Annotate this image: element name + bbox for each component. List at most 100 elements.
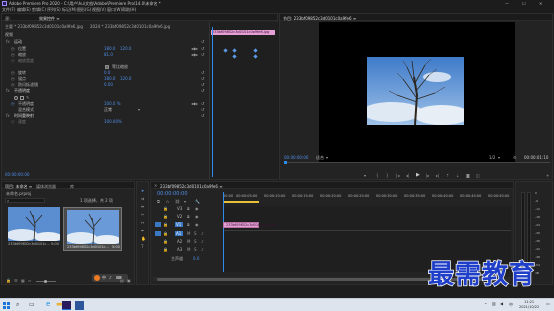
start-button[interactable] <box>3 302 10 309</box>
tab-program[interactable]: 节目: 233bf09852c3d0101c0a9fe6 ≡ <box>283 16 356 22</box>
solo-button-icon[interactable]: S <box>194 240 197 244</box>
lock-icon[interactable]: 🔒 <box>163 248 168 252</box>
rect-mask-icon[interactable] <box>20 96 24 100</box>
tab-media-browser[interactable]: 媒体浏览器 <box>36 184 56 190</box>
keyframe-marker[interactable] <box>253 48 258 53</box>
mute-button-icon[interactable]: M <box>187 248 190 252</box>
mark-in-icon[interactable]: ▾ <box>364 174 366 178</box>
stopwatch-icon[interactable]: ◷ <box>11 77 15 81</box>
extract-icon[interactable]: ⇣ <box>456 174 459 178</box>
reset-icon[interactable]: ↺ <box>201 114 204 118</box>
opacity-label[interactable]: 不透明度 <box>14 89 30 93</box>
volume-icon[interactable]: ◀ <box>500 302 503 306</box>
track-master[interactable]: 主声道 0.0 <box>155 256 219 262</box>
uniform-scale-checkbox[interactable] <box>105 65 109 69</box>
snap-icon[interactable]: ∩ <box>166 200 169 204</box>
add-button-icon[interactable]: + <box>546 174 549 178</box>
wrench-icon[interactable]: 🔧 <box>195 200 200 204</box>
chevron-down-icon[interactable]: ▾ <box>326 156 328 160</box>
time-remap-label[interactable]: 时间重映射 <box>14 114 34 118</box>
hand-tool-icon[interactable]: ✋ <box>141 237 146 241</box>
tab-sequence[interactable]: 233bf09852c3d0101c0a9fe6 ≡ <box>160 184 223 189</box>
slip-tool-icon[interactable]: ↔ <box>141 221 144 225</box>
menu-view[interactable]: 视图(V) <box>92 8 106 12</box>
sequence-clip-label[interactable]: 2024 * 233bf09852c3d0101c0a9fe6.jpg <box>90 25 170 29</box>
keyframe-marker[interactable] <box>232 48 237 53</box>
keyframe-marker[interactable] <box>253 54 258 59</box>
go-to-in-icon[interactable]: |◂ <box>396 174 399 178</box>
clip-bar[interactable]: 233bf09852c3d0101c0a9fe6.jpg <box>211 30 275 35</box>
reset-icon[interactable]: ↺ <box>201 83 204 87</box>
go-to-out-icon[interactable]: ▸| <box>436 174 439 178</box>
solo-button-icon[interactable]: S <box>194 232 197 236</box>
lock-icon[interactable]: 🔒 <box>163 240 168 244</box>
reset-icon[interactable]: ↺ <box>201 77 204 81</box>
reset-icon[interactable]: ↺ <box>201 89 204 93</box>
menu-graphics[interactable]: 图形(G) <box>77 8 91 12</box>
keyframe-marker[interactable] <box>223 48 228 53</box>
speed-value[interactable]: 100.00% <box>104 120 122 124</box>
video-canvas[interactable] <box>319 22 515 162</box>
track-v2[interactable]: 🔒 V2 ⧈ ◉ <box>155 214 219 220</box>
menu-edit[interactable]: 编辑(E) <box>17 8 31 12</box>
source-patch[interactable] <box>155 231 161 236</box>
new-item-icon[interactable]: ▣ <box>127 279 131 283</box>
add-marker-icon[interactable]: ▾ <box>184 200 186 204</box>
source-clip-label[interactable]: 主要 * 233bf09852c3d0101c0a9fe6.jpg <box>5 25 83 29</box>
solo-button-icon[interactable]: S <box>194 248 197 252</box>
sync-lock-icon[interactable]: ⧈ <box>187 207 190 211</box>
close-icon[interactable]: ✕ <box>154 183 157 188</box>
tab-source[interactable]: 源： <box>5 16 13 22</box>
eye-icon[interactable]: ◉ <box>195 215 199 219</box>
reset-icon[interactable]: ↺ <box>201 71 204 75</box>
list-view-icon[interactable]: ☰ <box>14 279 18 283</box>
fit-select[interactable]: 适合 <box>316 156 324 160</box>
eye-icon[interactable]: ◉ <box>195 207 199 211</box>
type-tool-icon[interactable]: T <box>141 245 143 249</box>
tab-effect-controls[interactable]: 效果控件 ≡ <box>39 16 60 22</box>
program-scrubber[interactable] <box>284 162 550 163</box>
flicker-value[interactable]: 0.00 <box>104 83 113 87</box>
project-item[interactable]: 233bf09852c3d0101c... 5:00 <box>8 207 60 249</box>
timeline-timecode[interactable]: 00:00:00:00 <box>157 192 188 197</box>
microphone-icon[interactable]: ♪ <box>201 232 204 236</box>
track-v3[interactable]: 🔒 V3 ⧈ ◉ <box>155 206 219 212</box>
mark-in-bracket-icon[interactable]: { <box>376 174 379 178</box>
mute-button-icon[interactable]: M <box>187 240 190 244</box>
track-v1[interactable]: 🔒 V1 ⧈ ◉ <box>155 222 219 228</box>
mute-button-icon[interactable]: M <box>187 232 190 236</box>
nest-icon[interactable]: ⧉ <box>157 200 160 204</box>
close-button[interactable]: ✕ <box>539 1 542 6</box>
search-input[interactable]: ⌕ <box>5 198 45 203</box>
program-playhead[interactable] <box>284 161 287 164</box>
pen-mask-icon[interactable]: ✎ <box>26 96 29 100</box>
quality-select[interactable]: 1/2 <box>489 156 495 160</box>
step-forward-icon[interactable]: |▸ <box>426 174 429 178</box>
premiere-taskbar-icon[interactable] <box>62 301 71 310</box>
timeline-playhead[interactable] <box>223 192 224 272</box>
lock-icon[interactable]: 🔒 <box>163 232 168 236</box>
reset-icon[interactable]: ↺ <box>201 102 204 106</box>
linked-selection-icon[interactable]: ⛓ <box>175 200 180 204</box>
lock-icon[interactable]: 🔒 <box>163 215 168 219</box>
clock-date[interactable]: 2021/10/22 <box>519 305 539 310</box>
track-select-tool-icon[interactable]: ⇉ <box>141 197 144 201</box>
blend-mode-select[interactable]: 正常 <box>104 108 112 112</box>
lock-icon[interactable]: 🔒 <box>163 207 168 211</box>
stopwatch-icon[interactable]: ◷ <box>11 71 15 75</box>
timeline-clip[interactable]: 233bf09852c3d0101c0a9fe6 <box>223 222 277 228</box>
lock-icon[interactable]: 🔒 <box>6 279 11 283</box>
task-view-icon[interactable]: ▭ <box>29 302 35 308</box>
razor-tool-icon[interactable]: ✂ <box>141 213 144 217</box>
track-a3[interactable]: 🔒 A3 M S ♪ <box>155 247 219 253</box>
timeline-ruler[interactable]: 00:00 00:00:05:00 00:00:10:00 00:00:15:0… <box>223 192 511 204</box>
pen-tool-icon[interactable]: ✒ <box>141 229 144 233</box>
eye-icon[interactable]: ◉ <box>195 223 199 227</box>
source-patch[interactable] <box>155 222 161 227</box>
settings-icon[interactable]: ⚙ <box>513 156 517 160</box>
rotation-value[interactable]: 0.0 <box>104 71 110 75</box>
tab-libraries[interactable]: 库 <box>70 184 74 190</box>
freeform-view-icon[interactable]: ▱ <box>28 279 31 283</box>
sync-lock-icon[interactable]: ⧈ <box>187 223 190 227</box>
chevron-down-icon[interactable]: ▾ <box>498 156 500 160</box>
